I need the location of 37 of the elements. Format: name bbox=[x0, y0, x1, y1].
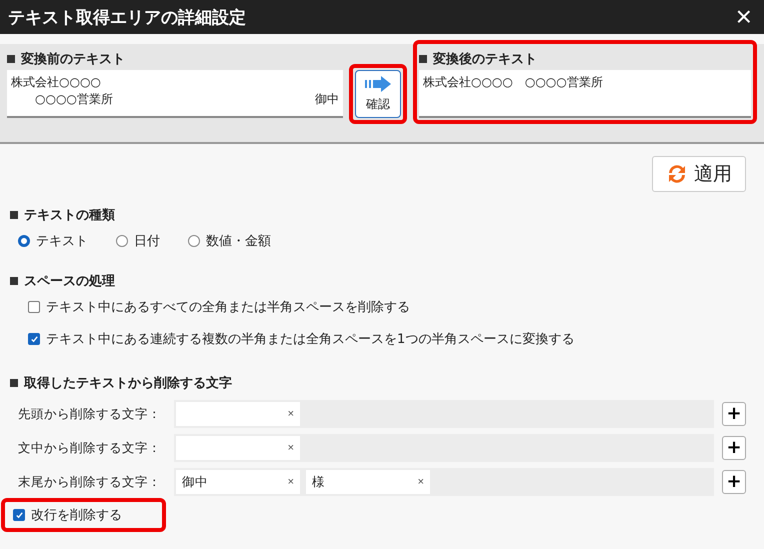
chip-input[interactable]: 様 × bbox=[306, 470, 430, 494]
chip-input[interactable]: × bbox=[176, 436, 300, 460]
add-button[interactable]: + bbox=[722, 436, 746, 460]
arrow-icon bbox=[364, 76, 391, 92]
remove-button[interactable]: × bbox=[418, 476, 424, 488]
section-heading: 変換後のテキスト bbox=[418, 48, 751, 70]
section-heading: スペースの処理 bbox=[10, 270, 746, 292]
text-line: 株式会社○○○○ ○○○○営業所 bbox=[422, 75, 603, 89]
field-label: 先頭から削除する文字： bbox=[17, 406, 162, 422]
chip-input[interactable]: × bbox=[176, 402, 300, 426]
checkbox-option[interactable]: テキスト中にある連続する複数の半角または全角スペースを1つの半角スペースに変換する bbox=[28, 330, 746, 348]
text-line: 株式会社○○○○ bbox=[11, 74, 101, 91]
check-icon bbox=[14, 510, 24, 520]
confirm-button[interactable]: 確認 bbox=[354, 70, 401, 118]
text-line: 御中 bbox=[314, 91, 339, 108]
refresh-icon bbox=[666, 163, 688, 185]
section-heading: 取得したテキストから削除する文字 bbox=[10, 372, 746, 394]
radio-option[interactable]: 日付 bbox=[116, 232, 160, 250]
check-icon bbox=[30, 334, 38, 344]
radio-option[interactable]: テキスト bbox=[18, 232, 88, 250]
add-button[interactable]: + bbox=[722, 402, 746, 426]
apply-button[interactable]: 適用 bbox=[652, 156, 746, 192]
radio-option[interactable]: 数値・金額 bbox=[188, 232, 271, 250]
chip-input[interactable]: 御中 × bbox=[176, 470, 300, 494]
field-label: 末尾から削除する文字： bbox=[17, 474, 162, 490]
close-button[interactable]: × bbox=[732, 3, 756, 31]
remove-button[interactable]: × bbox=[288, 442, 294, 454]
add-button[interactable]: + bbox=[722, 470, 746, 494]
remove-button[interactable]: × bbox=[288, 408, 294, 420]
checkbox-option[interactable]: 改行を削除する bbox=[13, 506, 122, 524]
remove-button[interactable]: × bbox=[288, 476, 294, 488]
section-heading: テキストの種類 bbox=[10, 204, 746, 226]
section-heading: 変換前のテキスト bbox=[7, 48, 343, 70]
field-label: 文中から削除する文字： bbox=[17, 440, 162, 456]
window-title: テキスト取得エリアの詳細設定 bbox=[8, 6, 246, 28]
text-line: ○○○○営業所 bbox=[34, 91, 113, 108]
checkbox-option[interactable]: テキスト中にあるすべての全角または半角スペースを削除する bbox=[28, 298, 746, 316]
